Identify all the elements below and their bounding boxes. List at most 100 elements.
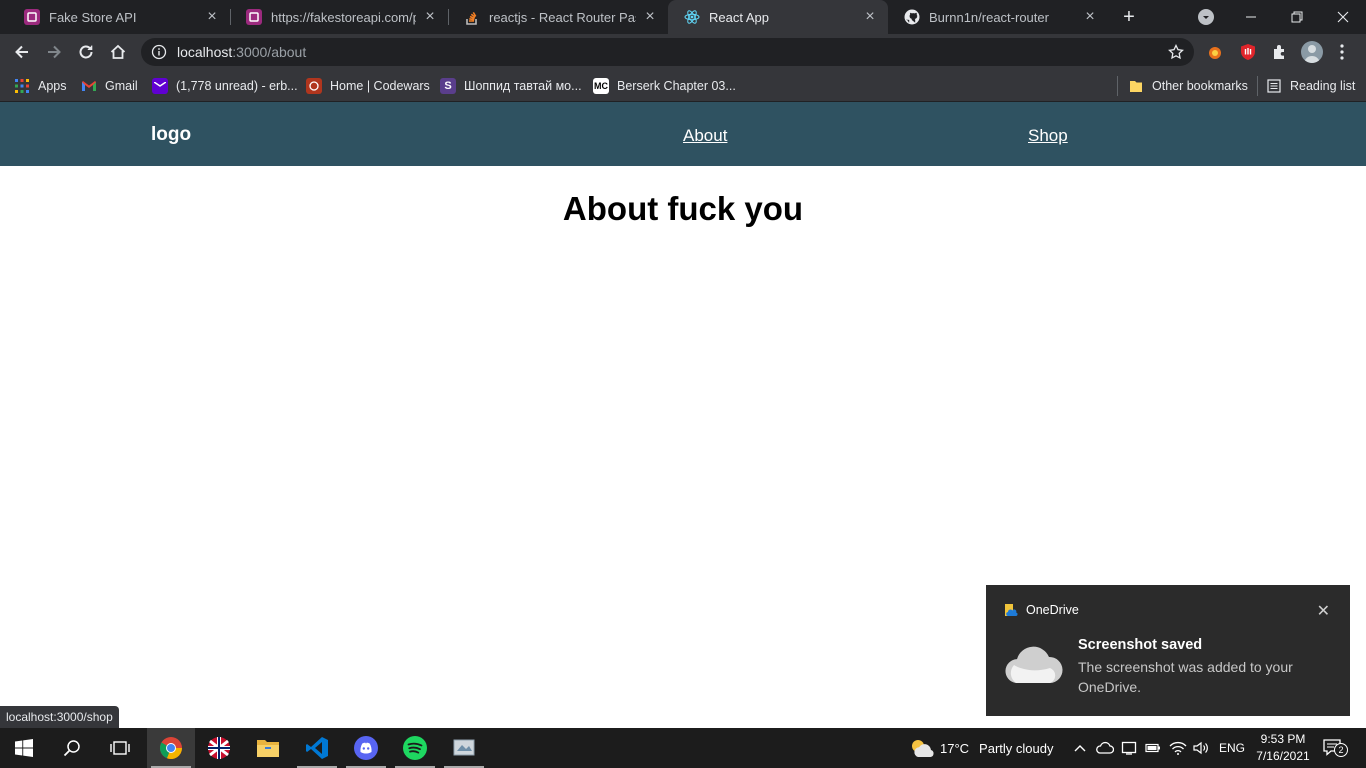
reading-list-label: Reading list: [1290, 79, 1356, 93]
clock-date: 7/16/2021: [1256, 749, 1310, 763]
volume-tray-icon[interactable]: [1192, 728, 1210, 768]
start-button[interactable]: [0, 728, 48, 768]
close-icon[interactable]: ×: [204, 9, 220, 25]
wifi-icon: [1169, 741, 1187, 755]
tab-github[interactable]: Burnn1n/react-router ×: [888, 0, 1108, 34]
partly-cloudy-icon: [912, 740, 934, 757]
battery-icon: [1145, 743, 1160, 753]
bookmark-berserk[interactable]: MC Berserk Chapter 03...: [593, 76, 736, 96]
close-icon[interactable]: ×: [422, 9, 438, 25]
windows-taskbar: 17°C Partly cloudy ENG 9:53 PM 7/16/2021…: [0, 728, 1366, 768]
bookmark-label: Шоппид тавтай мо...: [464, 79, 582, 93]
home-icon: [110, 44, 126, 59]
bookmark-label: Home | Codewars: [330, 79, 430, 93]
forward-button[interactable]: [40, 39, 68, 65]
bookmark-codewars[interactable]: Home | Codewars: [306, 76, 430, 96]
search-icon: [63, 740, 80, 757]
tab-fakestore-products[interactable]: https://fakestoreapi.com/prod ×: [230, 0, 448, 34]
arrow-right-icon: [48, 45, 61, 59]
globe-flag-icon: [208, 737, 230, 759]
stackoverflow-favicon: [464, 9, 480, 25]
info-icon[interactable]: [151, 44, 167, 60]
tab-stackoverflow[interactable]: reactjs - React Router Pass Pa ×: [448, 0, 668, 34]
spotify-icon: [403, 736, 427, 760]
close-window-button[interactable]: [1330, 4, 1356, 30]
weather-description: Partly cloudy: [979, 740, 1054, 756]
extensions-puzzle-icon[interactable]: [1271, 43, 1289, 61]
reload-icon: [79, 45, 93, 59]
search-button[interactable]: [48, 728, 96, 768]
url-text: localhost:3000/about: [177, 44, 306, 60]
input-language-indicator[interactable]: ENG: [1219, 728, 1245, 768]
display-tray-icon: [1121, 741, 1137, 755]
new-tab-button[interactable]: +: [1118, 6, 1140, 28]
bookmark-shoppy[interactable]: S Шоппид тавтай мо...: [440, 76, 582, 96]
address-bar[interactable]: localhost:3000/about: [141, 38, 1194, 66]
extension-shield-icon[interactable]: [1239, 43, 1257, 61]
battery-tray-icon[interactable]: [1145, 728, 1161, 768]
show-hidden-icons-button[interactable]: [1072, 728, 1088, 768]
taskbar-spotify[interactable]: [391, 728, 439, 768]
reload-button[interactable]: [72, 39, 100, 65]
windows-logo-icon: [15, 739, 33, 757]
bookmark-label: Berserk Chapter 03...: [617, 79, 736, 93]
minimize-button[interactable]: [1238, 4, 1264, 30]
bookmark-star-icon[interactable]: [1168, 43, 1184, 60]
link-status-bubble: localhost:3000/shop: [0, 706, 119, 728]
taskbar-chrome[interactable]: [147, 728, 195, 768]
onedrive-tray-icon[interactable]: [1096, 728, 1114, 768]
close-icon[interactable]: ×: [642, 9, 658, 25]
notification-count-badge: 2: [1334, 743, 1348, 757]
action-center-button[interactable]: 2: [1322, 728, 1348, 768]
home-button[interactable]: [104, 39, 132, 65]
tab-react-app[interactable]: React App ×: [668, 0, 888, 34]
notification-app-name: OneDrive: [1026, 603, 1079, 617]
tab-title: Burnn1n/react-router: [929, 9, 1049, 25]
nav-link-shop[interactable]: Shop: [1028, 126, 1068, 146]
bookmarks-divider: [1117, 76, 1118, 96]
app-tray-icon[interactable]: [1121, 728, 1137, 768]
bookmark-yahoo-mail[interactable]: (1,778 unread) - erb...: [152, 76, 298, 96]
profile-avatar[interactable]: [1301, 41, 1323, 63]
tab-title: reactjs - React Router Pass Pa: [489, 9, 636, 25]
clock-time: 9:53 PM: [1260, 732, 1306, 746]
close-icon[interactable]: ×: [862, 9, 878, 25]
react-favicon: [684, 9, 700, 25]
reading-list-button[interactable]: Reading list: [1266, 76, 1355, 96]
clock[interactable]: 9:53 PM 7/16/2021: [1252, 728, 1314, 768]
wifi-tray-icon[interactable]: [1169, 728, 1187, 768]
url-host: localhost: [177, 44, 233, 60]
restore-button[interactable]: [1284, 4, 1310, 30]
codewars-icon: [306, 78, 322, 94]
back-button[interactable]: [8, 39, 36, 65]
tab-search-button[interactable]: [1198, 9, 1214, 25]
tab-fake-store-api[interactable]: Fake Store API ×: [8, 0, 230, 34]
taskbar-file-explorer[interactable]: [244, 728, 292, 768]
taskbar-snipping-tool[interactable]: [440, 728, 488, 768]
close-icon[interactable]: ×: [1082, 9, 1098, 25]
tab-title: Fake Store API: [49, 9, 137, 25]
folder-icon: [1128, 78, 1144, 94]
nav-link-about[interactable]: About: [683, 126, 727, 146]
onedrive-notification[interactable]: OneDrive ✕ Screenshot saved The screensh…: [986, 585, 1350, 716]
menu-kebab-icon[interactable]: [1336, 43, 1348, 61]
tab-title: https://fakestoreapi.com/prod: [271, 9, 416, 25]
site-logo[interactable]: logo: [151, 124, 191, 146]
task-view-button[interactable]: [96, 728, 144, 768]
taskbar-discord[interactable]: [342, 728, 390, 768]
taskbar-vscode[interactable]: [293, 728, 341, 768]
taskbar-language-app[interactable]: [195, 728, 243, 768]
minimize-icon: [1246, 16, 1256, 18]
bookmark-gmail[interactable]: Gmail: [81, 76, 138, 96]
notification-app-row: OneDrive: [1004, 603, 1079, 617]
weather-temperature: 17°C: [940, 740, 970, 756]
bookmark-apps[interactable]: Apps: [14, 76, 67, 96]
other-bookmarks-folder[interactable]: Other bookmarks: [1128, 76, 1248, 96]
extension-fire-icon[interactable]: [1206, 43, 1224, 61]
bookmarks-divider: [1257, 76, 1258, 96]
close-icon[interactable]: ✕: [1317, 601, 1330, 621]
vscode-icon: [306, 737, 328, 759]
fakestore-favicon: [246, 9, 262, 25]
weather-widget[interactable]: 17°C Partly cloudy: [908, 728, 1053, 768]
task-view-icon: [110, 741, 130, 755]
